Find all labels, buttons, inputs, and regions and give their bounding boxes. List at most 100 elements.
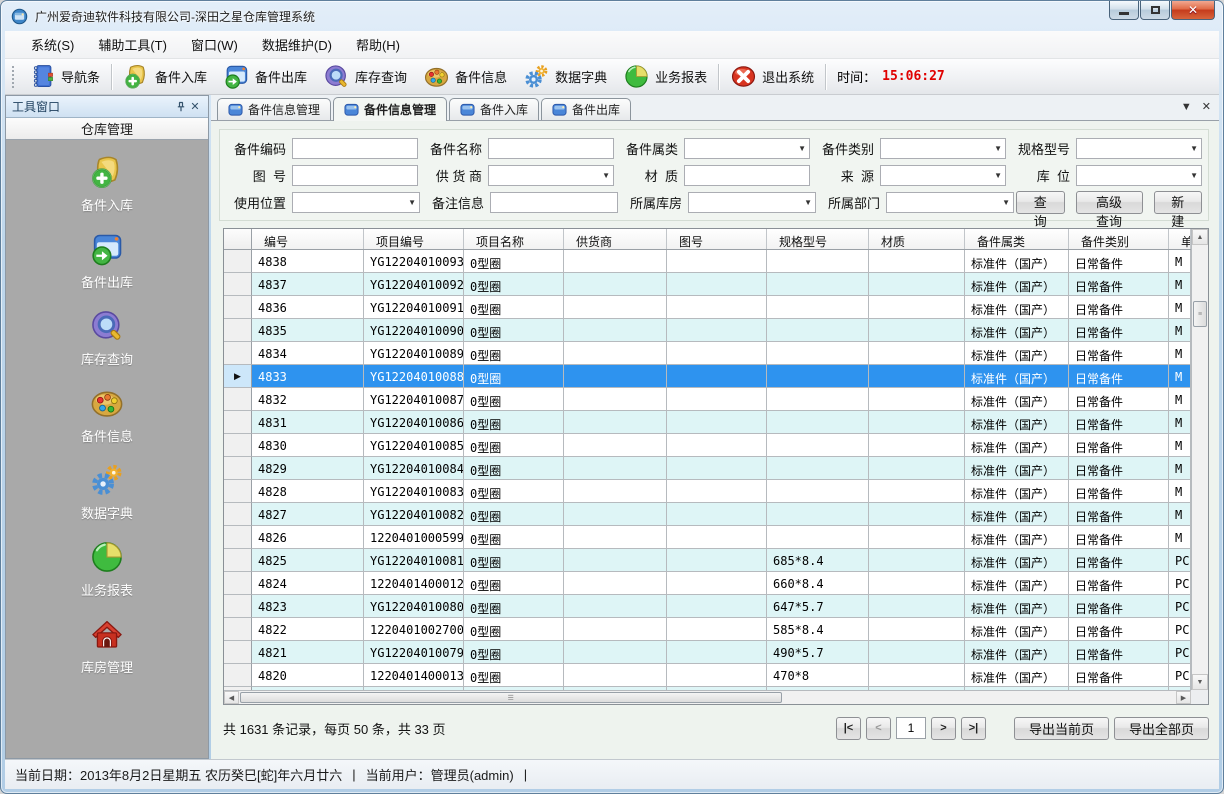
row-selector[interactable]: ▶ [224, 365, 252, 388]
table-row[interactable]: 482212204010027000型圈585*8.4标准件（国产）日常备件PC [224, 618, 1191, 641]
menu-item-辅助工具[interactable]: 辅助工具(T) [86, 31, 179, 58]
advanced-query-button[interactable]: 高级查询 [1076, 191, 1143, 214]
menu-item-系统[interactable]: 系统(S) [19, 31, 86, 58]
pin-icon[interactable] [174, 100, 188, 114]
new-button[interactable]: 新建 [1154, 191, 1203, 214]
所属库房-dropdown[interactable]: ▼ [688, 192, 816, 213]
row-selector[interactable] [224, 480, 252, 503]
供 货 商-dropdown[interactable]: ▼ [488, 165, 614, 186]
toolbar-button-退出系统[interactable]: 退出系统 [722, 60, 822, 93]
toolbar-button-备件出库[interactable]: 备件出库 [215, 60, 315, 93]
sidebar-item-业务报表[interactable]: 业务报表 [81, 539, 133, 599]
row-selector[interactable] [224, 388, 252, 411]
row-selector[interactable] [224, 296, 252, 319]
table-row[interactable]: 4828YG122040100830型圈标准件（国产）日常备件M [224, 480, 1191, 503]
first-page-button[interactable]: |< [836, 717, 861, 740]
row-selector[interactable] [224, 549, 252, 572]
备件属类-dropdown[interactable]: ▼ [684, 138, 810, 159]
row-selector[interactable] [224, 457, 252, 480]
menu-item-数据维护[interactable]: 数据维护(D) [250, 31, 344, 58]
toolbar-grip[interactable] [11, 65, 16, 89]
export-current-page-button[interactable]: 导出当前页 [1014, 717, 1109, 740]
table-row[interactable]: 4827YG122040100820型圈标准件（国产）日常备件M [224, 503, 1191, 526]
tab-备件出库[interactable]: 备件出库 [541, 98, 631, 120]
来 源-dropdown[interactable]: ▼ [880, 165, 1006, 186]
table-row[interactable]: 4823YG122040100800型圈647*5.7标准件（国产）日常备件PC [224, 595, 1191, 618]
table-row[interactable]: 482412204014000120型圈660*8.4标准件（国产）日常备件PC [224, 572, 1191, 595]
所属部门-dropdown[interactable]: ▼ [886, 192, 1014, 213]
tab-备件信息管理[interactable]: 备件信息管理 [217, 98, 331, 120]
sidebar-item-库房管理[interactable]: 库房管理 [81, 616, 133, 676]
horizontal-scroll-thumb[interactable]: ☰ [240, 692, 782, 703]
row-selector[interactable] [224, 618, 252, 641]
sidebar-item-数据字典[interactable]: 数据字典 [81, 462, 133, 522]
sidebar-item-备件入库[interactable]: 备件入库 [81, 154, 133, 214]
last-page-button[interactable]: >| [961, 717, 986, 740]
table-row[interactable]: 482612204010005990型圈标准件（国产）日常备件M [224, 526, 1191, 549]
panel-close-icon[interactable]: ✕ [188, 100, 202, 114]
row-selector[interactable] [224, 595, 252, 618]
toolbar-button-业务报表[interactable]: 业务报表 [615, 60, 715, 93]
table-row[interactable]: 4821YG122040100790型圈490*5.7标准件（国产）日常备件PC [224, 641, 1191, 664]
menu-item-窗口[interactable]: 窗口(W) [179, 31, 250, 58]
table-row[interactable]: 4834YG122040100890型圈标准件（国产）日常备件M [224, 342, 1191, 365]
export-all-pages-button[interactable]: 导出全部页 [1114, 717, 1209, 740]
toolbar-button-备件入库[interactable]: 备件入库 [115, 60, 215, 93]
scroll-left-icon[interactable]: ◀ [224, 691, 239, 704]
table-row[interactable]: 482012204014000130型圈470*8标准件（国产）日常备件PC [224, 664, 1191, 687]
toolbar-button-导航条[interactable]: 导航条 [21, 60, 108, 93]
table-row[interactable]: 4830YG122040100850型圈标准件（国产）日常备件M [224, 434, 1191, 457]
column-header-category[interactable]: 备件属类 [965, 229, 1069, 249]
minimize-button[interactable] [1109, 1, 1139, 20]
row-selector[interactable] [224, 503, 252, 526]
toolbar-button-数据字典[interactable]: 数据字典 [515, 60, 615, 93]
column-header-spec[interactable]: 规格型号 [767, 229, 869, 249]
column-header-material[interactable]: 材质 [869, 229, 965, 249]
column-header-code[interactable]: 编号 [252, 229, 364, 249]
toolbar-button-备件信息[interactable]: 备件信息 [415, 60, 515, 93]
menu-item-帮助[interactable]: 帮助(H) [344, 31, 412, 58]
scroll-down-icon[interactable]: ▼ [1192, 674, 1208, 690]
current-page-input[interactable]: 1 [896, 717, 926, 739]
sidebar-item-备件信息[interactable]: 备件信息 [81, 385, 133, 445]
column-header-unit[interactable]: 单位 [1169, 229, 1191, 249]
vertical-scroll-thumb[interactable]: ≡ [1193, 301, 1207, 327]
table-row[interactable]: 4825YG122040100810型圈685*8.4标准件（国产）日常备件PC [224, 549, 1191, 572]
tab-close-icon[interactable]: ✕ [1202, 100, 1211, 113]
sidebar-item-备件出库[interactable]: 备件出库 [81, 231, 133, 291]
row-selector[interactable] [224, 434, 252, 457]
tab-list-chevron-down-icon[interactable]: ▼ [1181, 101, 1192, 113]
table-row[interactable]: 4832YG122040100870型圈标准件（国产）日常备件M [224, 388, 1191, 411]
maximize-button[interactable] [1140, 1, 1170, 20]
row-selector[interactable] [224, 641, 252, 664]
row-selector[interactable] [224, 342, 252, 365]
table-row[interactable]: 4835YG122040100900型圈标准件（国产）日常备件M [224, 319, 1191, 342]
table-row[interactable]: 4837YG122040100920型圈标准件（国产）日常备件M [224, 273, 1191, 296]
tab-备件入库[interactable]: 备件入库 [449, 98, 539, 120]
row-selector[interactable] [224, 572, 252, 595]
row-selector[interactable] [224, 411, 252, 434]
table-row[interactable]: 4836YG122040100910型圈标准件（国产）日常备件M [224, 296, 1191, 319]
column-header-drawing-no[interactable]: 图号 [667, 229, 767, 249]
scroll-up-icon[interactable]: ▲ [1192, 229, 1208, 245]
材 质-input[interactable] [684, 165, 810, 186]
规格型号-dropdown[interactable]: ▼ [1076, 138, 1202, 159]
column-header-project-name[interactable]: 项目名称 [464, 229, 564, 249]
toolbar-button-库存查询[interactable]: 库存查询 [315, 60, 415, 93]
table-row[interactable]: 4838YG122040100930型圈标准件（国产）日常备件M [224, 250, 1191, 273]
图 号-input[interactable] [292, 165, 418, 186]
sidebar-item-库存查询[interactable]: 库存查询 [81, 308, 133, 368]
scroll-right-icon[interactable]: ▶ [1176, 691, 1191, 704]
row-selector[interactable] [224, 319, 252, 342]
column-header-supplier[interactable]: 供货商 [564, 229, 667, 249]
使用位置-dropdown[interactable]: ▼ [292, 192, 420, 213]
column-header-project-code[interactable]: 项目编号 [364, 229, 464, 249]
row-selector[interactable] [224, 273, 252, 296]
备件编码-input[interactable] [292, 138, 418, 159]
next-page-button[interactable]: > [931, 717, 956, 740]
库 位-dropdown[interactable]: ▼ [1076, 165, 1202, 186]
备注信息-input[interactable] [490, 192, 618, 213]
备件名称-input[interactable] [488, 138, 614, 159]
table-row[interactable]: 4829YG122040100840型圈标准件（国产）日常备件M [224, 457, 1191, 480]
vertical-scrollbar[interactable]: ▲ ≡ ▼ [1191, 229, 1208, 690]
